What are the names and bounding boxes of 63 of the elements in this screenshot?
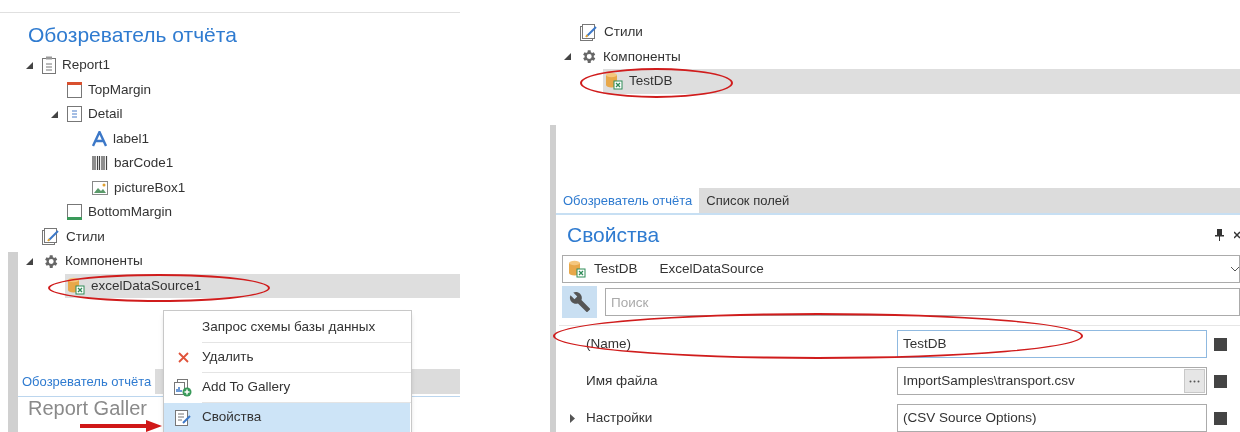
panel-tab[interactable]: Обозреватель отчёта <box>18 369 156 394</box>
panel-title: Обозреватель отчёта <box>27 22 238 48</box>
property-name: (Name) <box>586 334 632 353</box>
database-icon <box>605 72 623 91</box>
gear-icon <box>42 252 59 270</box>
tree-item[interactable]: TestDB <box>603 69 1240 94</box>
picture-icon <box>92 180 108 195</box>
panel-tab[interactable]: Список полей <box>699 188 797 213</box>
menu-item[interactable]: Запрос схемы базы данных <box>164 313 410 342</box>
wrench-icon <box>568 291 591 313</box>
tree-item[interactable]: Стили <box>578 20 1240 45</box>
tree-item[interactable]: Report1 <box>40 53 460 78</box>
collapse-arrow-icon[interactable] <box>26 61 33 69</box>
collapse-arrow-icon[interactable] <box>564 53 571 61</box>
property-marker[interactable] <box>1214 411 1227 425</box>
search-field[interactable]: Поиск <box>605 288 1240 316</box>
gallery-add-icon <box>174 378 192 397</box>
property-value-field[interactable]: ImportSamples\transport.csv <box>897 367 1207 395</box>
barcode-icon <box>92 156 108 171</box>
tree-item[interactable]: Компоненты <box>40 249 460 274</box>
band-icon <box>67 81 82 98</box>
wrench-button[interactable] <box>562 286 597 318</box>
tree-item[interactable]: label1 <box>90 126 460 151</box>
tree-item[interactable]: BottomMargin <box>65 200 460 225</box>
report-icon <box>42 56 56 75</box>
menu-item[interactable]: Удалить <box>164 343 410 372</box>
menu-item[interactable]: Add To Gallery <box>164 373 410 402</box>
tree-item[interactable]: Компоненты <box>578 44 1240 69</box>
tree-item[interactable]: excelDataSource1 <box>65 273 460 298</box>
properties-icon <box>175 409 191 426</box>
tree-item[interactable]: barCode1 <box>90 151 460 176</box>
close-icon <box>177 352 189 363</box>
pin-icon[interactable] <box>1215 229 1224 241</box>
panel-title: Свойства <box>566 222 661 249</box>
property-marker[interactable] <box>1214 337 1227 351</box>
collapse-arrow-icon[interactable] <box>51 110 58 118</box>
database-icon <box>568 260 586 278</box>
object-selector[interactable]: TestDB ExcelDataSource <box>562 255 1240 283</box>
menu-item[interactable]: Свойства <box>164 403 410 432</box>
object-name: TestDB <box>594 259 638 278</box>
gear-icon <box>580 48 597 66</box>
tree-item[interactable]: pictureBox1 <box>90 175 460 200</box>
styles-icon <box>580 23 598 41</box>
property-value-field[interactable]: (CSV Source Options) <box>897 404 1207 432</box>
panel-tab[interactable]: Обозреватель отчёта <box>556 188 700 213</box>
expand-arrow-icon[interactable] <box>570 413 575 423</box>
collapse-arrow-icon[interactable] <box>26 257 33 265</box>
property-marker[interactable] <box>1214 374 1227 388</box>
ellipsis-icon <box>1189 379 1200 383</box>
tree-item[interactable]: TopMargin <box>65 77 460 102</box>
object-type: ExcelDataSource <box>659 259 765 278</box>
band-icon <box>67 204 82 221</box>
database-icon <box>67 276 85 295</box>
property-name: Настройки <box>586 408 654 427</box>
styles-icon <box>42 228 60 246</box>
property-name: Имя файла <box>586 371 659 390</box>
band-icon <box>67 106 82 123</box>
close-icon[interactable] <box>1234 230 1240 240</box>
letter-a-icon <box>92 130 107 147</box>
gallery-title: Report Galler <box>27 397 147 419</box>
tree-item[interactable]: Стили <box>40 224 460 249</box>
property-value-field[interactable]: TestDB <box>897 330 1207 358</box>
tree-item[interactable]: Detail <box>65 102 460 127</box>
